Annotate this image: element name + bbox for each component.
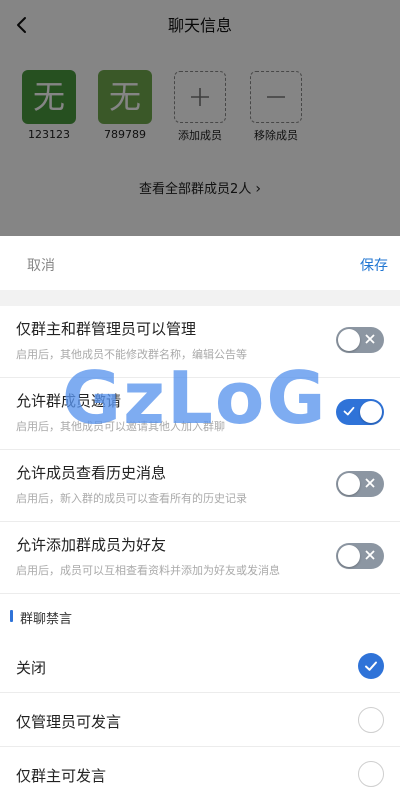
mute-section-header: 群聊禁言	[0, 598, 400, 634]
radio-button[interactable]	[358, 653, 384, 679]
x-icon	[365, 550, 375, 560]
option-label: 关闭	[16, 659, 47, 677]
option-label: 仅管理员可发言	[16, 713, 122, 731]
watermark-logo: GzLoG	[62, 356, 328, 440]
toggle-knob	[360, 401, 382, 423]
sheet-header: 取消 保存	[0, 236, 400, 290]
section-accent-bar	[10, 610, 13, 622]
group-settings-sheet: 取消 保存 仅群主和群管理员可以管理 启用后，其他成员不能修改群名称，编辑公告等…	[0, 236, 400, 800]
setting-description: 启用后，成员可以互相查看资料并添加为好友或发消息	[16, 564, 280, 577]
x-icon	[365, 478, 375, 488]
x-icon	[365, 334, 375, 344]
mute-option-admins-only[interactable]: 仅管理员可发言	[0, 693, 400, 747]
mute-option-off[interactable]: 关闭	[0, 639, 400, 693]
modal-overlay[interactable]	[0, 0, 400, 236]
setting-view-history: 允许成员查看历史消息 启用后，新入群的成员可以查看所有的历史记录	[0, 450, 400, 522]
radio-button[interactable]	[358, 761, 384, 787]
check-icon	[343, 406, 355, 416]
toggle-switch[interactable]	[336, 471, 384, 497]
section-title: 群聊禁言	[20, 612, 73, 627]
radio-button[interactable]	[358, 707, 384, 733]
toggle-knob	[338, 473, 360, 495]
setting-title: 允许添加群成员为好友	[16, 536, 167, 554]
mute-option-owner-only[interactable]: 仅群主可发言	[0, 747, 400, 800]
toggle-switch[interactable]	[336, 399, 384, 425]
save-button[interactable]: 保存	[360, 255, 388, 275]
cancel-button[interactable]: 取消	[27, 255, 55, 275]
option-label: 仅群主可发言	[16, 767, 107, 785]
toggle-switch[interactable]	[336, 543, 384, 569]
setting-title: 允许成员查看历史消息	[16, 464, 167, 482]
check-icon	[365, 661, 377, 671]
setting-title: 仅群主和群管理员可以管理	[16, 320, 197, 338]
toggle-knob	[338, 329, 360, 351]
setting-description: 启用后，新入群的成员可以查看所有的历史记录	[16, 492, 247, 505]
toggle-knob	[338, 545, 360, 567]
setting-add-friends: 允许添加群成员为好友 启用后，成员可以互相查看资料并添加为好友或发消息	[0, 522, 400, 594]
divider	[0, 290, 400, 306]
toggle-switch[interactable]	[336, 327, 384, 353]
